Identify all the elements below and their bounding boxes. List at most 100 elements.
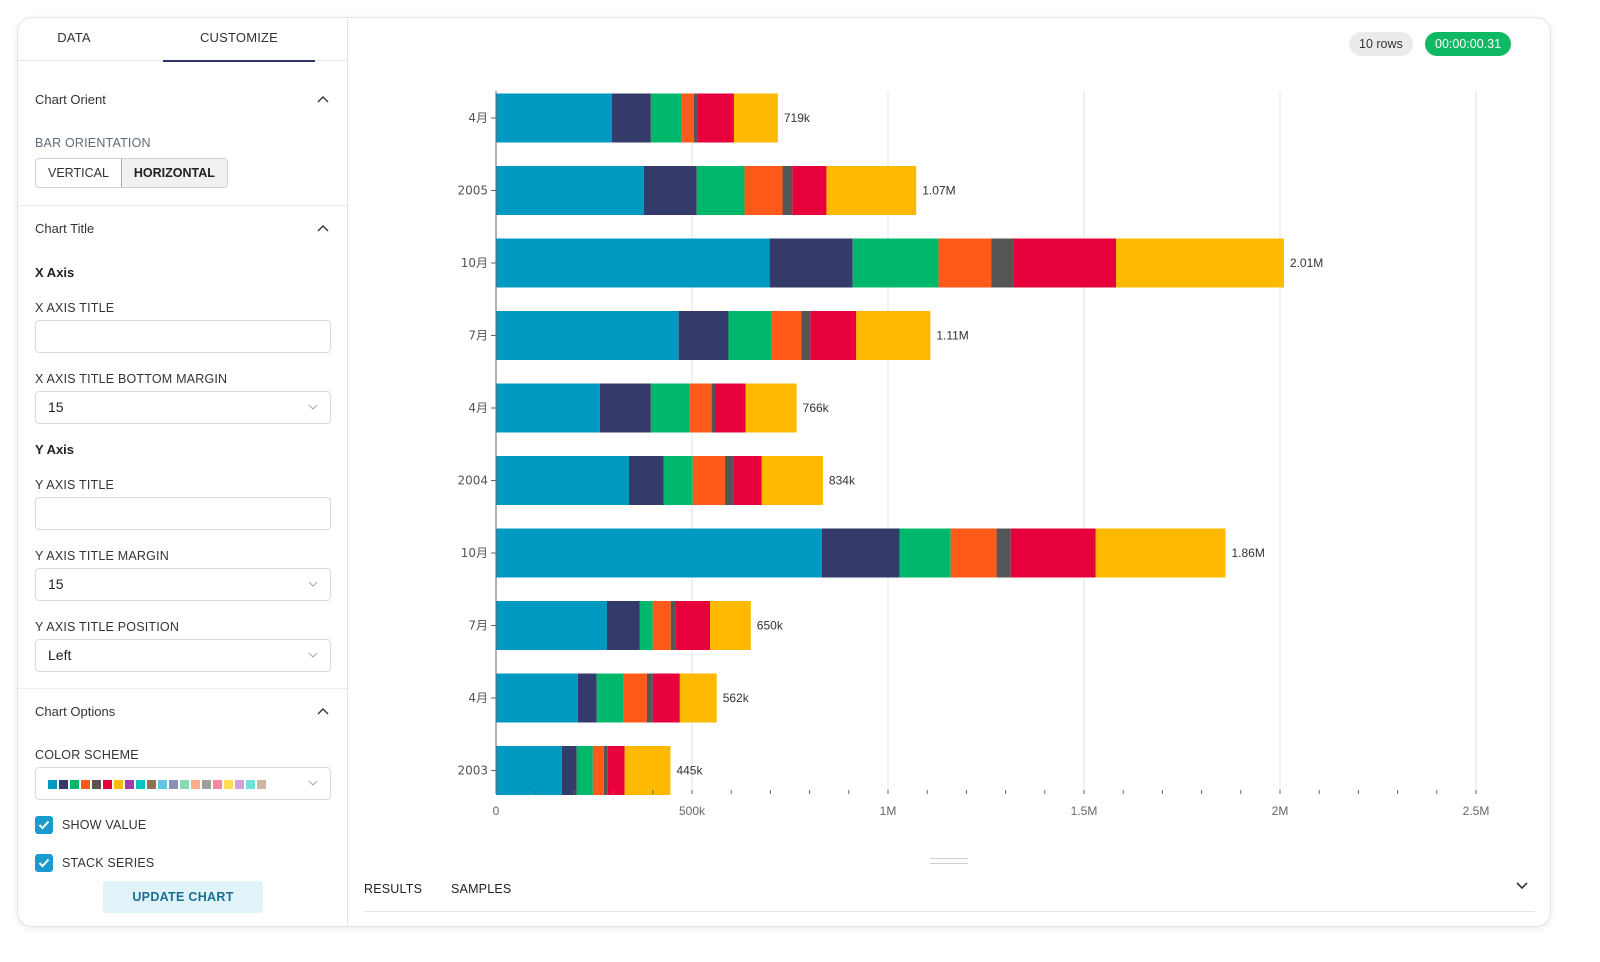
x-tick-label: 2.5M bbox=[1463, 804, 1490, 818]
chevron-up-icon[interactable] bbox=[316, 92, 330, 106]
color-swatch bbox=[246, 780, 255, 789]
x-axis-title-bottom-margin-label: X AXIS TITLE BOTTOM MARGIN bbox=[35, 372, 228, 386]
stack-series-checkbox[interactable] bbox=[35, 854, 53, 872]
show-value-checkbox-row[interactable]: SHOW VALUE bbox=[35, 816, 146, 834]
select-value: 15 bbox=[48, 576, 64, 592]
bar-segment bbox=[496, 456, 629, 505]
bar-segment bbox=[821, 528, 900, 578]
bar-chart: 719k 4月 1.07M 2005 2.01M 10月 1.11M 7月 766k 4月 834k… bbox=[457, 91, 1490, 818]
bar-segment bbox=[675, 601, 711, 650]
bar-segment bbox=[1095, 528, 1226, 578]
y-axis-title-margin-label: Y AXIS TITLE MARGIN bbox=[35, 549, 169, 563]
bar-segment bbox=[650, 383, 690, 433]
stack-series-label: STACK SERIES bbox=[62, 856, 155, 870]
color-swatch bbox=[213, 780, 222, 789]
bar-segment bbox=[496, 166, 644, 215]
chevron-down-icon bbox=[308, 652, 318, 658]
y-tick-label: 4月 bbox=[468, 691, 488, 705]
chevron-down-icon bbox=[308, 780, 318, 786]
bar-value-label: 445k bbox=[676, 764, 703, 778]
bar-segment bbox=[996, 528, 1011, 578]
tab-customize[interactable]: CUSTOMIZE bbox=[163, 18, 315, 62]
tab-results[interactable]: RESULTS bbox=[364, 882, 422, 896]
chart-panel: 10 rows 00:00:00.31 719k 4月 1.07M 2005 2.01M… bbox=[349, 18, 1550, 926]
x-axis-title-input[interactable] bbox=[35, 320, 331, 353]
bar-segment bbox=[496, 673, 578, 723]
section-chart-orient[interactable]: Chart Orient bbox=[35, 92, 330, 107]
resize-handle[interactable] bbox=[930, 858, 968, 864]
color-swatch bbox=[70, 780, 79, 789]
x-axis-title-bottom-margin-select[interactable]: 15 bbox=[35, 391, 331, 424]
chevron-up-icon[interactable] bbox=[316, 704, 330, 718]
update-chart-button[interactable]: UPDATE CHART bbox=[103, 881, 263, 913]
color-swatch bbox=[81, 780, 90, 789]
bar-segment bbox=[744, 166, 783, 215]
color-swatch bbox=[235, 780, 244, 789]
bar-segment bbox=[670, 601, 676, 650]
color-swatch bbox=[136, 780, 145, 789]
bar-segment bbox=[603, 746, 608, 795]
tab-samples[interactable]: SAMPLES bbox=[451, 882, 511, 896]
bar-segment bbox=[810, 311, 857, 360]
y-tick-label: 7月 bbox=[468, 329, 488, 343]
section-chart-options[interactable]: Chart Options bbox=[35, 704, 330, 719]
color-swatch bbox=[224, 780, 233, 789]
bar-segment bbox=[639, 601, 653, 650]
stack-series-checkbox-row[interactable]: STACK SERIES bbox=[35, 854, 154, 872]
color-swatch bbox=[125, 780, 134, 789]
bar-value-label: 562k bbox=[723, 691, 750, 705]
bar-value-label: 650k bbox=[757, 619, 784, 633]
y-axis-title-label: Y AXIS TITLE bbox=[35, 478, 115, 492]
bar-segment bbox=[1013, 238, 1117, 288]
color-swatch bbox=[202, 780, 211, 789]
bar-segment bbox=[1116, 238, 1284, 288]
bar-segment bbox=[612, 93, 651, 143]
color-swatch bbox=[180, 780, 189, 789]
bar-segment bbox=[623, 673, 647, 723]
color-swatches bbox=[48, 780, 266, 789]
show-value-checkbox[interactable] bbox=[35, 816, 53, 834]
orientation-vertical-button[interactable]: VERTICAL bbox=[36, 159, 121, 187]
section-chart-title[interactable]: Chart Title bbox=[35, 221, 330, 236]
bar-segment bbox=[692, 456, 725, 505]
bar-segment bbox=[689, 383, 712, 433]
orientation-horizontal-button[interactable]: HORIZONTAL bbox=[120, 159, 227, 187]
divider bbox=[364, 911, 1535, 912]
bar-segment bbox=[607, 746, 625, 795]
y-axis-title-position-select[interactable]: Left bbox=[35, 639, 331, 672]
y-axis-title-margin-select[interactable]: 15 bbox=[35, 568, 331, 601]
x-axis-title-label: X AXIS TITLE bbox=[35, 301, 115, 315]
bar-value-label: 719k bbox=[784, 111, 811, 125]
section-title: Chart Title bbox=[35, 221, 95, 236]
bar-segment bbox=[596, 673, 624, 723]
bar-segment bbox=[693, 93, 698, 143]
bar-segment bbox=[697, 93, 734, 143]
bar-segment bbox=[899, 528, 951, 578]
bar-segment bbox=[606, 601, 640, 650]
bar-segment bbox=[643, 166, 697, 215]
section-title: Chart Options bbox=[35, 704, 116, 719]
divider bbox=[18, 205, 347, 206]
y-tick-label: 2003 bbox=[457, 764, 488, 778]
y-tick-label: 7月 bbox=[468, 619, 488, 633]
color-swatch bbox=[92, 780, 101, 789]
color-swatch bbox=[191, 780, 200, 789]
chevron-down-icon bbox=[308, 404, 318, 410]
bar-segment bbox=[496, 311, 679, 360]
bar-segment bbox=[663, 456, 693, 505]
chevron-down-icon[interactable] bbox=[1515, 878, 1529, 892]
color-scheme-select[interactable] bbox=[35, 767, 331, 800]
chevron-up-icon[interactable] bbox=[316, 221, 330, 235]
bar-segment bbox=[646, 673, 653, 723]
bar-segment bbox=[679, 673, 717, 723]
bar-segment bbox=[628, 456, 664, 505]
x-tick-label: 2M bbox=[1272, 804, 1289, 818]
bar-segment bbox=[496, 601, 607, 650]
tab-data[interactable]: DATA bbox=[18, 18, 130, 61]
color-swatch bbox=[147, 780, 156, 789]
y-tick-label: 2004 bbox=[457, 474, 488, 488]
chevron-down-icon bbox=[308, 581, 318, 587]
y-axis-title-input[interactable] bbox=[35, 497, 331, 530]
bar-segment bbox=[592, 746, 604, 795]
bar-segment bbox=[696, 166, 745, 215]
